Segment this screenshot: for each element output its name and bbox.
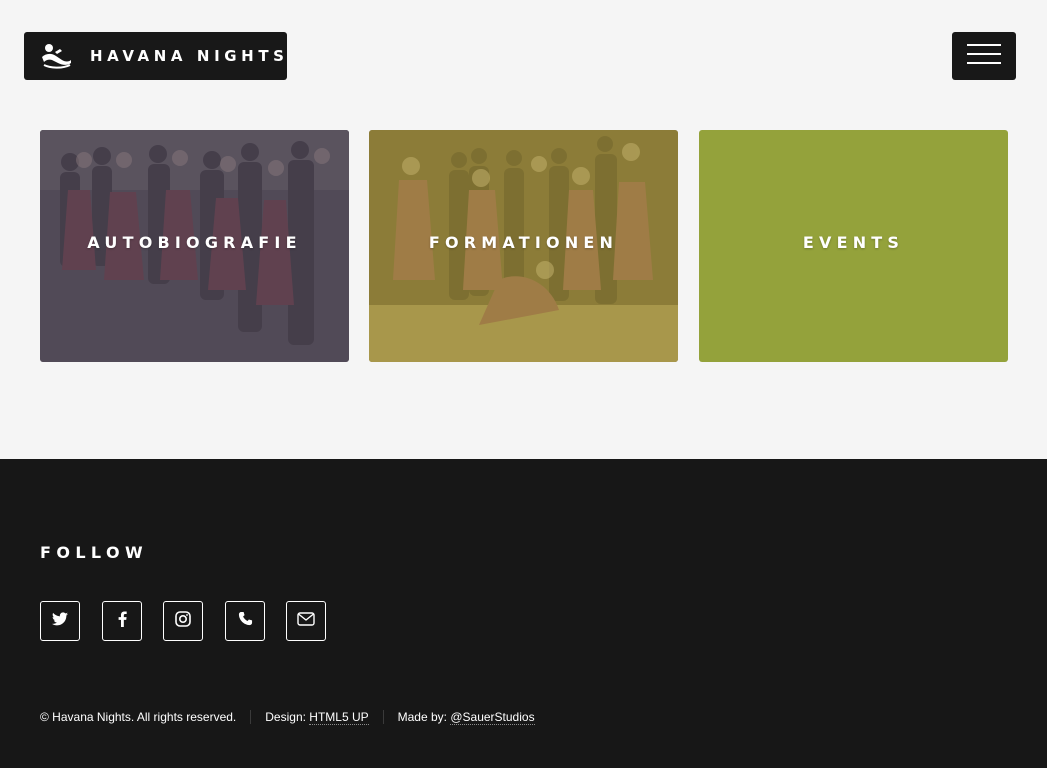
tile-formationen[interactable]: FORMATIONEN xyxy=(369,130,678,362)
menu-button[interactable] xyxy=(952,32,1016,80)
design-credit: Design: HTML5 UP xyxy=(265,710,369,725)
made-credit: Made by: @SauerStudios xyxy=(397,710,535,725)
tile-label: EVENTS xyxy=(802,233,905,252)
dancer-icon xyxy=(40,43,72,69)
facebook-icon xyxy=(118,610,127,632)
email-button[interactable] xyxy=(286,601,326,641)
design-link[interactable]: HTML5 UP xyxy=(309,710,369,725)
tile-label: FORMATIONEN xyxy=(428,233,619,252)
brand-title: HAVANA NIGHTS xyxy=(90,47,289,65)
tile-autobiografie[interactable]: AUTOBIOGRAFIE xyxy=(40,130,349,362)
phone-button[interactable] xyxy=(225,601,265,641)
facebook-button[interactable] xyxy=(102,601,142,641)
twitter-button[interactable] xyxy=(40,601,80,641)
footer: FOLLOW © Havana Nights. All rights reser… xyxy=(0,459,1047,768)
twitter-icon xyxy=(52,611,68,631)
instagram-button[interactable] xyxy=(163,601,203,641)
made-by-link[interactable]: @SauerStudios xyxy=(450,710,535,725)
phone-icon xyxy=(238,611,253,631)
copyright-text: © Havana Nights. All rights reserved. xyxy=(40,710,237,724)
hamburger-menu-icon xyxy=(967,42,1001,71)
instagram-icon xyxy=(175,610,191,632)
made-prefix: Made by: xyxy=(397,710,451,724)
copyright-bar: © Havana Nights. All rights reserved. De… xyxy=(40,710,535,725)
email-icon xyxy=(297,611,315,631)
divider xyxy=(382,710,384,724)
tile-events[interactable]: EVENTS xyxy=(699,130,1008,362)
tile-label: AUTOBIOGRAFIE xyxy=(87,233,302,252)
design-prefix: Design: xyxy=(265,710,310,724)
brand-logo[interactable]: HAVANA NIGHTS xyxy=(24,32,287,80)
divider xyxy=(250,710,252,724)
follow-heading: FOLLOW xyxy=(40,543,149,562)
